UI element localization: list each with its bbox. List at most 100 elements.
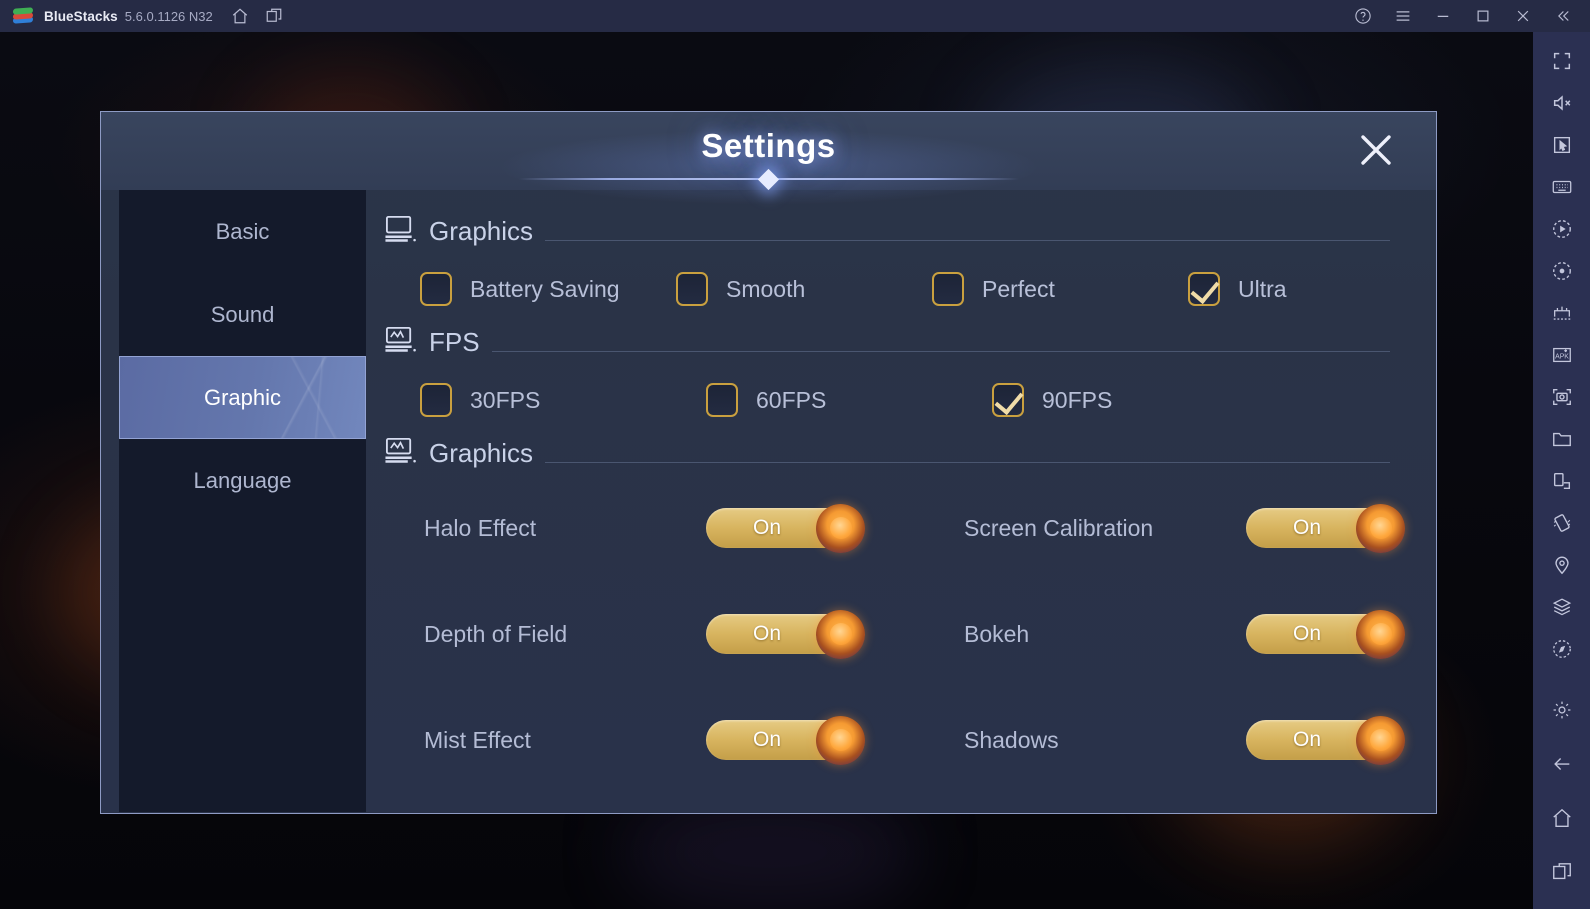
section-rule bbox=[545, 462, 1390, 463]
toggle-state-label: On bbox=[752, 622, 781, 645]
home-icon[interactable] bbox=[231, 7, 249, 25]
section-title: FPS bbox=[429, 327, 480, 357]
media-folder-icon[interactable] bbox=[1551, 428, 1573, 450]
toggle-mist-effect[interactable]: On bbox=[706, 715, 865, 765]
checkbox-box[interactable] bbox=[1188, 272, 1220, 306]
toggle-knob[interactable] bbox=[1356, 609, 1405, 659]
checkbox-label: 60FPS bbox=[756, 386, 827, 413]
checkbox-box[interactable] bbox=[992, 383, 1024, 417]
mute-icon[interactable] bbox=[1551, 92, 1573, 114]
close-icon[interactable] bbox=[1514, 7, 1532, 25]
tab-label: Language bbox=[193, 467, 292, 493]
section-rule bbox=[491, 351, 1390, 352]
toggle-knob[interactable] bbox=[1356, 715, 1405, 765]
checkbox-label: 90FPS bbox=[1042, 386, 1113, 413]
monitor-icon bbox=[384, 214, 417, 244]
checkbox-battery-saving[interactable]: Battery Saving bbox=[420, 272, 676, 306]
shake-icon[interactable] bbox=[1551, 512, 1573, 534]
tab-basic[interactable]: Basic bbox=[119, 190, 366, 273]
checkbox-label: 30FPS bbox=[470, 386, 541, 413]
dialog-header: Settings bbox=[101, 112, 1436, 206]
location-icon[interactable] bbox=[1551, 554, 1573, 576]
setting-depth-of-field: Depth of Field On bbox=[424, 609, 964, 659]
fullscreen-icon[interactable] bbox=[1551, 50, 1573, 72]
toggle-halo-effect[interactable]: On bbox=[706, 503, 865, 553]
checkbox-label: Battery Saving bbox=[470, 275, 620, 302]
toggle-row: Depth of Field On Bokeh On bbox=[384, 581, 1405, 687]
multi-instance-manager-icon[interactable] bbox=[1551, 596, 1573, 618]
toggle-shadows[interactable]: On bbox=[1246, 715, 1405, 765]
collapse-icon[interactable] bbox=[1554, 7, 1572, 25]
section-title: Graphics bbox=[429, 438, 534, 468]
macro-icon[interactable] bbox=[1551, 218, 1573, 240]
section-rule bbox=[545, 240, 1390, 241]
setting-halo-effect: Halo Effect On bbox=[424, 503, 964, 553]
install-apk-icon[interactable]: APK bbox=[1551, 344, 1573, 366]
fps-monitor-icon bbox=[384, 436, 417, 466]
keyboard-icon[interactable] bbox=[1551, 176, 1573, 198]
app-name: BlueStacks bbox=[44, 8, 118, 24]
maximize-icon[interactable] bbox=[1474, 7, 1492, 25]
home-nav-icon[interactable] bbox=[1551, 807, 1573, 829]
menu-icon[interactable] bbox=[1394, 7, 1412, 25]
svg-text:APK: APK bbox=[1555, 354, 1569, 361]
setting-label: Mist Effect bbox=[424, 726, 531, 753]
setting-label: Shadows bbox=[964, 726, 1059, 753]
toggle-depth-of-field[interactable]: On bbox=[706, 609, 865, 659]
rotate-icon[interactable] bbox=[1551, 470, 1573, 492]
record-icon[interactable] bbox=[1551, 260, 1573, 282]
dialog-close-icon[interactable] bbox=[1352, 126, 1400, 174]
checkbox-60fps[interactable]: 60FPS bbox=[706, 383, 992, 417]
back-icon[interactable] bbox=[1551, 753, 1573, 775]
toggle-state-label: On bbox=[1292, 516, 1321, 539]
checkbox-label: Perfect bbox=[982, 275, 1055, 302]
checkbox-30fps[interactable]: 30FPS bbox=[420, 383, 706, 417]
checkbox-label: Smooth bbox=[726, 275, 806, 302]
toggle-state-label: On bbox=[1292, 728, 1321, 751]
settings-tab-rail: Basic Sound Graphic Language bbox=[119, 190, 366, 812]
graphics-quality-options: Battery Saving Smooth Perfect Ultra bbox=[384, 253, 1390, 325]
help-icon[interactable] bbox=[1354, 7, 1372, 25]
toggle-knob[interactable] bbox=[816, 609, 865, 659]
toggle-state-label: On bbox=[1292, 622, 1321, 645]
toggle-state-label: On bbox=[752, 516, 781, 539]
toggle-knob[interactable] bbox=[1356, 503, 1405, 553]
checkbox-label: Ultra bbox=[1238, 275, 1287, 302]
settings-icon[interactable] bbox=[1551, 699, 1573, 721]
setting-label: Halo Effect bbox=[424, 514, 537, 541]
dialog-title: Settings bbox=[701, 127, 836, 164]
cursor-icon[interactable] bbox=[1551, 134, 1573, 156]
checkbox-box[interactable] bbox=[420, 272, 452, 306]
settings-dialog: Settings Basic Sound Graphic Language Gr… bbox=[100, 111, 1437, 814]
settings-content: Graphics Battery Saving Smooth Perfect U… bbox=[366, 190, 1426, 813]
diamond-ornament-icon bbox=[757, 168, 780, 191]
checkbox-smooth[interactable]: Smooth bbox=[676, 272, 932, 306]
checkbox-box[interactable] bbox=[420, 383, 452, 417]
minimize-icon[interactable] bbox=[1434, 7, 1452, 25]
screenshot-icon[interactable] bbox=[1551, 386, 1573, 408]
recents-icon[interactable] bbox=[1551, 861, 1573, 883]
section-title: Graphics bbox=[429, 216, 534, 246]
emulator-sidebar: APK bbox=[1533, 32, 1590, 909]
setting-label: Screen Calibration bbox=[964, 514, 1154, 541]
toggle-bokeh[interactable]: On bbox=[1246, 609, 1405, 659]
toggle-screen-calibration[interactable]: On bbox=[1246, 503, 1405, 553]
setting-bokeh: Bokeh On bbox=[964, 609, 1436, 659]
checkbox-perfect[interactable]: Perfect bbox=[932, 272, 1188, 306]
tab-sound[interactable]: Sound bbox=[119, 273, 366, 356]
tab-language[interactable]: Language bbox=[119, 439, 366, 522]
checkbox-box[interactable] bbox=[932, 272, 964, 306]
section-header-graphics-effects: Graphics bbox=[384, 436, 1390, 469]
tab-graphic[interactable]: Graphic bbox=[119, 356, 366, 439]
compass-icon[interactable] bbox=[1551, 638, 1573, 660]
toggle-knob[interactable] bbox=[816, 503, 865, 553]
checkbox-box[interactable] bbox=[706, 383, 738, 417]
setting-screen-calibration: Screen Calibration On bbox=[964, 503, 1436, 553]
toggle-row: Halo Effect On Screen Calibration On bbox=[384, 475, 1405, 581]
game-controls-icon[interactable] bbox=[1551, 302, 1573, 324]
multi-instance-icon[interactable] bbox=[265, 7, 283, 25]
toggle-knob[interactable] bbox=[816, 715, 865, 765]
checkbox-ultra[interactable]: Ultra bbox=[1188, 272, 1287, 306]
checkbox-box[interactable] bbox=[676, 272, 708, 306]
checkbox-90fps[interactable]: 90FPS bbox=[992, 383, 1112, 417]
